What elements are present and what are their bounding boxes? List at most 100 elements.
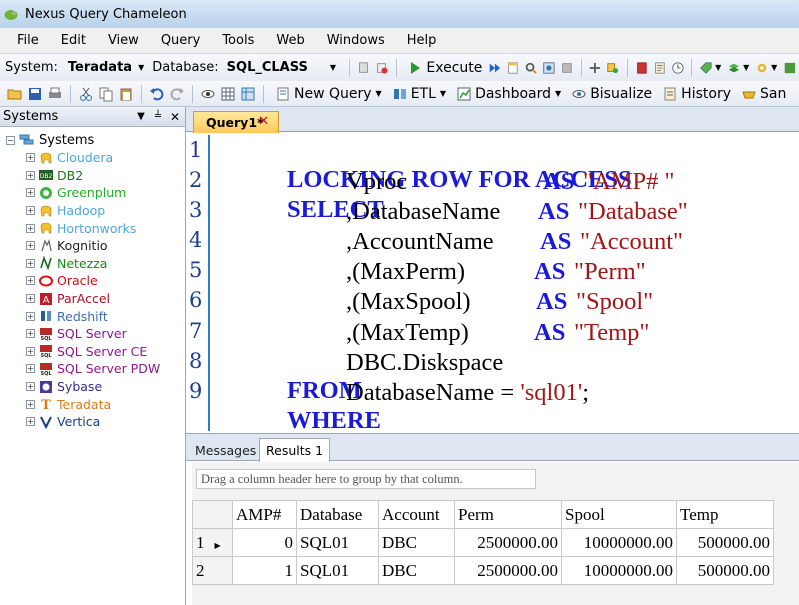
table-cell[interactable]: 10000000.00 [561,528,677,557]
menu-windows[interactable]: Windows [316,33,396,48]
expand-toggle-icon[interactable]: + [26,364,35,374]
table-cell[interactable]: SQL01 [296,556,379,585]
step-forward-icon[interactable] [488,60,502,76]
tab-messages[interactable]: Messages [189,440,262,461]
etl-button[interactable]: ETL [390,86,436,102]
expand-toggle-icon[interactable]: + [26,188,35,198]
new-document-icon[interactable] [506,60,520,76]
stop-icon[interactable] [560,60,574,76]
print-icon[interactable] [47,86,63,102]
expand-toggle-icon[interactable]: + [26,399,35,409]
tree-item-hadoop[interactable]: + Hadoop [0,202,185,220]
cut-icon[interactable] [78,86,94,102]
settings-icon[interactable] [755,60,769,76]
tree-item-vertica[interactable]: + Vertica [0,413,185,431]
tree-item-redshift[interactable]: + Redshift [0,307,185,325]
menu-file[interactable]: File [6,33,50,48]
tab-results-1[interactable]: Results 1 [259,438,331,462]
code-editor[interactable]: 1 2 3 4 5 6 7 8 9 LOCKING ROW FOR ACCESS… [186,132,799,434]
copy-connection-icon[interactable] [357,60,371,76]
clock-icon[interactable] [671,60,685,76]
layers-dropdown-icon[interactable]: ▼ [743,63,749,72]
database-dropdown-arrow-icon[interactable]: ▼ [330,63,336,72]
menu-query[interactable]: Query [150,33,212,48]
search-icon[interactable] [524,60,538,76]
tree-item-sql-server[interactable]: + SQL SQL Server [0,325,185,343]
undo-icon[interactable] [149,86,165,102]
table-cell[interactable]: 500000.00 [676,528,774,557]
menu-help[interactable]: Help [396,33,448,48]
san-button[interactable]: San [739,86,786,102]
tree-item-sybase[interactable]: + Sybase [0,378,185,396]
new-query-button[interactable]: New Query [273,86,372,102]
tree-item-hortonworks[interactable]: + Hortonworks [0,219,185,237]
system-select[interactable]: Teradata [68,60,132,75]
tree-item-oracle[interactable]: + Oracle [0,272,185,290]
copy-icon[interactable] [98,86,114,102]
settings-dropdown-icon[interactable]: ▼ [771,63,777,72]
table-icon[interactable] [240,86,256,102]
notepad-icon[interactable] [653,60,667,76]
tag-icon[interactable] [699,60,713,76]
table-cell[interactable]: 0 [232,528,297,557]
redo-icon[interactable] [169,86,185,102]
expand-toggle-icon[interactable]: + [26,311,35,321]
group-by-panel[interactable]: Drag a column header here to group by th… [196,469,536,489]
tree-item-db2[interactable]: + DB2 DB2 [0,167,185,185]
execute-button[interactable]: Execute [405,60,482,76]
expand-toggle-icon[interactable]: + [26,170,35,180]
expand-toggle-icon[interactable]: + [26,382,35,392]
expand-toggle-icon[interactable]: + [26,417,35,427]
table-cell[interactable]: 10000000.00 [561,556,677,585]
pin-icon[interactable]: ╧ [151,111,165,122]
column-header-temp[interactable]: Temp [676,500,774,529]
panel-close-icon[interactable]: ✕ [168,110,182,124]
paste-icon[interactable] [118,86,134,102]
menu-view[interactable]: View [97,33,150,48]
history-button[interactable]: History [660,86,731,102]
tree-item-netezza[interactable]: + Netezza [0,255,185,273]
tree-item-teradata[interactable]: + T Teradata [0,395,185,413]
expand-toggle-icon[interactable]: + [26,153,35,163]
tree-root-systems[interactable]: − Systems [0,131,185,149]
tree-item-greenplum[interactable]: + Greenplum [0,184,185,202]
column-header-account[interactable]: Account [378,500,455,529]
eye-icon[interactable] [200,86,216,102]
column-header-database[interactable]: Database [296,500,379,529]
table-cell[interactable]: 2500000.00 [454,556,562,585]
tag-dropdown-icon[interactable]: ▼ [715,63,721,72]
plus-icon[interactable] [588,60,602,76]
new-query-dropdown-icon[interactable]: ▼ [376,89,382,98]
expand-toggle-icon[interactable]: + [26,206,35,216]
table-row[interactable]: 2 1 SQL01 DBC 2500000.00 10000000.00 500000.00 [192,556,774,585]
preview-icon[interactable] [542,60,556,76]
table-row[interactable]: 1 ▶ 0 SQL01 DBC 2500000.00 10000000.00 500000.0… [192,528,774,557]
object-icon[interactable] [606,60,620,76]
tree-item-kognitio[interactable]: + Kognitio [0,237,185,255]
expand-toggle-icon[interactable]: + [26,329,35,339]
menu-web[interactable]: Web [265,33,315,48]
bisualize-button[interactable]: Bisualize [569,86,652,102]
database-select[interactable]: SQL_CLASS [227,60,308,75]
column-header-amp[interactable]: AMP# [232,500,297,529]
collapse-toggle-icon[interactable]: − [6,135,15,145]
table-cell[interactable]: 2500000.00 [454,528,562,557]
expand-toggle-icon[interactable]: + [26,346,35,356]
tab-query1[interactable]: Query1* ✕ [193,111,279,133]
open-folder-icon[interactable] [7,86,23,102]
grid-view-icon[interactable] [220,86,236,102]
table-cell[interactable]: DBC [378,528,455,557]
layers-icon[interactable] [727,60,741,76]
table-cell[interactable]: 1 [232,556,297,585]
expand-toggle-icon[interactable]: + [26,294,35,304]
menu-tools[interactable]: Tools [211,33,265,48]
table-cell[interactable]: 500000.00 [676,556,774,585]
disconnect-icon[interactable] [375,60,389,76]
column-header-perm[interactable]: Perm [454,500,562,529]
table-cell[interactable]: SQL01 [296,528,379,557]
save-icon[interactable] [27,86,43,102]
tree-item-cloudera[interactable]: + Cloudera [0,149,185,167]
table-cell[interactable]: DBC [378,556,455,585]
expand-toggle-icon[interactable]: + [26,241,35,251]
column-header-spool[interactable]: Spool [561,500,677,529]
